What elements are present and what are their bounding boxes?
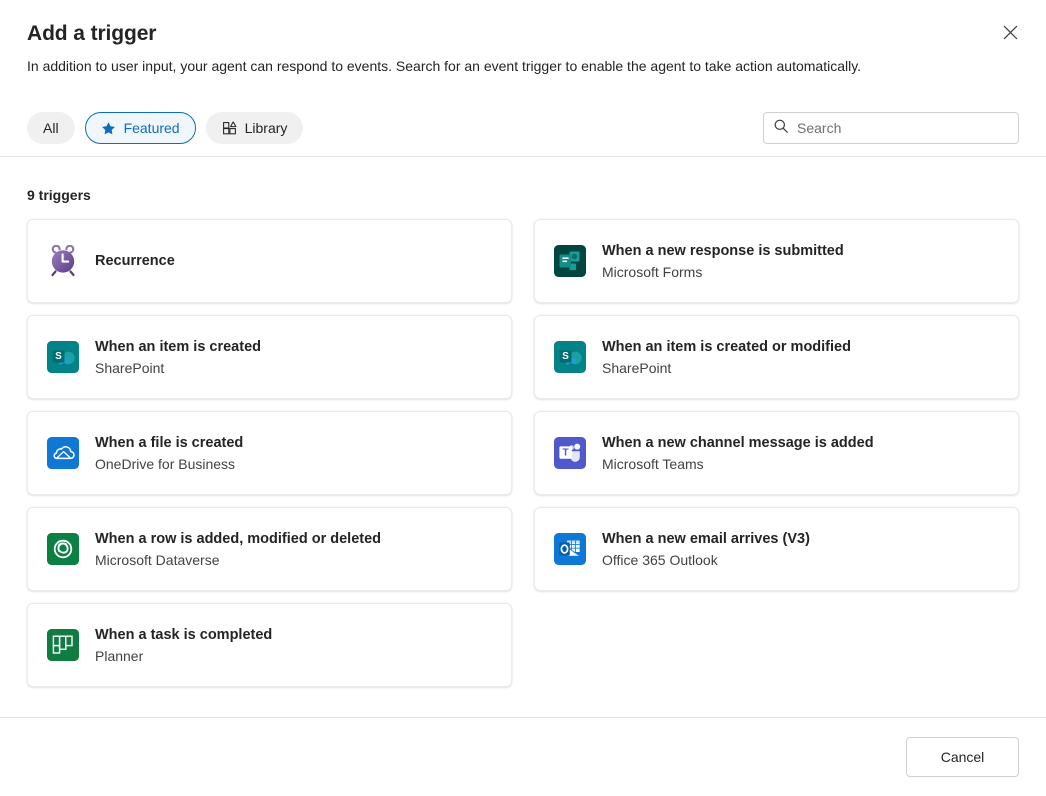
trigger-card-teams-channel-message[interactable]: T When a new channel message is added Mi… — [534, 411, 1019, 495]
results-count: 9 triggers — [27, 157, 1019, 219]
trigger-card-outlook-new-email[interactable]: When a new email arrives (V3) Office 365… — [534, 507, 1019, 591]
trigger-title: When a new email arrives (V3) — [602, 529, 810, 549]
cancel-button[interactable]: Cancel — [906, 737, 1019, 777]
filter-pill-featured[interactable]: Featured — [85, 112, 196, 144]
outlook-icon — [553, 532, 587, 566]
filter-pill-all-label: All — [43, 118, 59, 138]
trigger-card-sharepoint-item-created[interactable]: S When an item is created SharePoint — [27, 315, 512, 399]
trigger-connector: SharePoint — [95, 358, 261, 378]
trigger-connector: Microsoft Forms — [602, 262, 844, 282]
trigger-card-planner-task-completed[interactable]: When a task is completed Planner — [27, 603, 512, 687]
trigger-card-text: When an item is created or modified Shar… — [602, 337, 851, 378]
star-icon — [101, 120, 117, 136]
library-icon — [222, 120, 238, 136]
trigger-card-text: When a new response is submitted Microso… — [602, 241, 844, 282]
trigger-title: When a file is created — [95, 433, 243, 453]
svg-text:T: T — [563, 447, 569, 458]
microsoft-forms-icon — [553, 244, 587, 278]
filter-bar: All Featured — [0, 100, 1046, 156]
trigger-title: When a new response is submitted — [602, 241, 844, 261]
search-icon — [773, 118, 789, 139]
sharepoint-icon: S — [553, 340, 587, 374]
trigger-card-forms-new-response[interactable]: When a new response is submitted Microso… — [534, 219, 1019, 303]
trigger-connector: Microsoft Dataverse — [95, 550, 381, 570]
close-button[interactable] — [994, 18, 1026, 50]
search-box[interactable] — [763, 112, 1019, 144]
trigger-connector: OneDrive for Business — [95, 454, 243, 474]
trigger-connector: SharePoint — [602, 358, 851, 378]
recurrence-clock-icon — [46, 244, 80, 278]
trigger-card-dataverse-row-changed[interactable]: When a row is added, modified or deleted… — [27, 507, 512, 591]
filter-pill-group: All Featured — [27, 112, 303, 144]
svg-text:S: S — [55, 351, 62, 362]
dataverse-icon — [46, 532, 80, 566]
page-title: Add a trigger — [27, 20, 1019, 48]
trigger-connector: Microsoft Teams — [602, 454, 874, 474]
dialog-header: Add a trigger In addition to user input,… — [0, 0, 1046, 76]
dialog-description: In addition to user input, your agent ca… — [27, 56, 932, 76]
trigger-title: When an item is created — [95, 337, 261, 357]
trigger-grid: Recurrence When a new response i — [27, 219, 1019, 687]
sharepoint-icon: S — [46, 340, 80, 374]
dialog-footer: Cancel — [0, 718, 1046, 796]
trigger-card-text: When an item is created SharePoint — [95, 337, 261, 378]
trigger-card-recurrence[interactable]: Recurrence — [27, 219, 512, 303]
trigger-title: Recurrence — [95, 251, 175, 271]
trigger-title: When a row is added, modified or deleted — [95, 529, 381, 549]
trigger-title: When a task is completed — [95, 625, 272, 645]
planner-icon — [46, 628, 80, 662]
filter-pill-all[interactable]: All — [27, 112, 75, 144]
search-input[interactable] — [797, 114, 1009, 142]
microsoft-teams-icon: T — [553, 436, 587, 470]
trigger-card-text: When a new email arrives (V3) Office 365… — [602, 529, 810, 570]
trigger-title: When a new channel message is added — [602, 433, 874, 453]
trigger-card-text: When a row is added, modified or deleted… — [95, 529, 381, 570]
filter-pill-featured-label: Featured — [124, 118, 180, 138]
onedrive-icon — [46, 436, 80, 470]
trigger-card-text: Recurrence — [95, 251, 175, 271]
trigger-connector: Office 365 Outlook — [602, 550, 810, 570]
trigger-card-text: When a new channel message is added Micr… — [602, 433, 874, 474]
trigger-card-text: When a file is created OneDrive for Busi… — [95, 433, 243, 474]
trigger-card-onedrive-file-created[interactable]: When a file is created OneDrive for Busi… — [27, 411, 512, 495]
close-icon — [1003, 25, 1018, 43]
trigger-card-text: When a task is completed Planner — [95, 625, 272, 666]
trigger-card-sharepoint-item-created-or-modified[interactable]: S When an item is created or modified Sh… — [534, 315, 1019, 399]
add-trigger-dialog: Add a trigger In addition to user input,… — [0, 0, 1046, 796]
filter-pill-library[interactable]: Library — [206, 112, 304, 144]
trigger-title: When an item is created or modified — [602, 337, 851, 357]
trigger-connector: Planner — [95, 646, 272, 666]
svg-text:S: S — [562, 351, 569, 362]
filter-pill-library-label: Library — [245, 118, 288, 138]
results-panel: 9 triggers — [0, 157, 1046, 717]
